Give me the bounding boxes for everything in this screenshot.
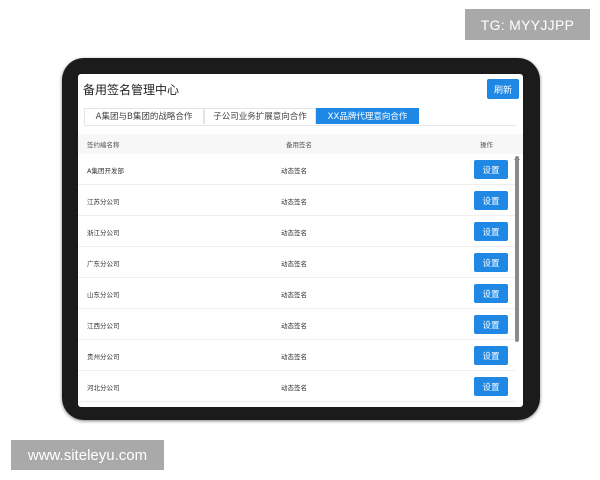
table-row: 贵州分公司 动态签名 设置	[78, 340, 515, 371]
tab-bar: A集团与B集团的战略合作 子公司业务扩展意向合作 XX品牌代理意向合作	[84, 108, 516, 126]
table-header: 签约编名称 备用签名 操作	[78, 134, 523, 154]
watermark-top: TG: MYYJJPP	[465, 9, 590, 40]
row-signature: 动态签名	[281, 198, 307, 206]
row-signature: 动态签名	[281, 322, 307, 330]
settings-button[interactable]: 设置	[474, 346, 508, 365]
settings-button[interactable]: 设置	[474, 191, 508, 210]
table-body: A集团开发部 动态签名 设置 江苏分公司 动态签名 设置 浙江分公司 动态签名 …	[78, 154, 515, 402]
row-signature: 动态签名	[281, 353, 307, 361]
table-row: 江苏分公司 动态签名 设置	[78, 185, 515, 216]
tab-brand-agency[interactable]: XX品牌代理意向合作	[316, 108, 419, 124]
row-name: 河北分公司	[87, 384, 120, 392]
row-name: 江西分公司	[87, 322, 120, 330]
row-name: 山东分公司	[87, 291, 120, 299]
app-screen: 备用签名管理中心 刷新 A集团与B集团的战略合作 子公司业务扩展意向合作 XX品…	[78, 74, 523, 407]
row-signature: 动态签名	[281, 260, 307, 268]
settings-button[interactable]: 设置	[474, 315, 508, 334]
row-signature: 动态签名	[281, 167, 307, 175]
row-name: 浙江分公司	[87, 229, 120, 237]
settings-button[interactable]: 设置	[474, 160, 508, 179]
table-row: 江西分公司 动态签名 设置	[78, 309, 515, 340]
settings-button[interactable]: 设置	[474, 253, 508, 272]
column-header-action: 操作	[480, 141, 493, 149]
refresh-button[interactable]: 刷新	[487, 79, 519, 99]
column-header-signature: 备用签名	[286, 141, 312, 149]
row-signature: 动态签名	[281, 229, 307, 237]
row-signature: 动态签名	[281, 291, 307, 299]
page-header: 备用签名管理中心 刷新	[78, 74, 523, 104]
vertical-scrollbar[interactable]	[515, 156, 519, 342]
table-row: 浙江分公司 动态签名 设置	[78, 216, 515, 247]
table-row: 广东分公司 动态签名 设置	[78, 247, 515, 278]
page-title: 备用签名管理中心	[83, 83, 180, 97]
row-name: 贵州分公司	[87, 353, 120, 361]
settings-button[interactable]: 设置	[474, 222, 508, 241]
table-row: 山东分公司 动态签名 设置	[78, 278, 515, 309]
row-name: 江苏分公司	[87, 198, 120, 206]
row-name: A集团开发部	[87, 167, 124, 175]
row-signature: 动态签名	[281, 384, 307, 392]
table-row: 河北分公司 动态签名 设置	[78, 371, 515, 402]
tab-strategic-cooperation[interactable]: A集团与B集团的战略合作	[84, 108, 204, 124]
row-name: 广东分公司	[87, 260, 120, 268]
settings-button[interactable]: 设置	[474, 377, 508, 396]
table-row: A集团开发部 动态签名 设置	[78, 154, 515, 185]
column-header-name: 签约编名称	[87, 141, 120, 149]
settings-button[interactable]: 设置	[474, 284, 508, 303]
watermark-bottom: www.siteleyu.com	[11, 440, 164, 470]
tab-subsidiary-expansion[interactable]: 子公司业务扩展意向合作	[204, 108, 316, 124]
